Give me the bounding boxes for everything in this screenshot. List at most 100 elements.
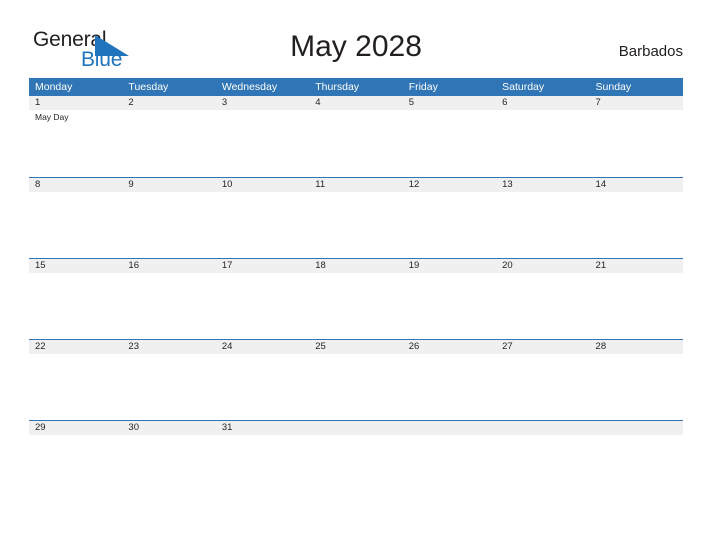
calendar-grid: Monday Tuesday Wednesday Thursday Friday Satu… <box>29 78 683 501</box>
weekday-header-friday: Friday <box>408 81 438 93</box>
day-events: May Day <box>35 112 119 124</box>
weekday-header-wednesday: Wednesday <box>221 81 278 93</box>
day-number: 4 <box>315 97 321 108</box>
calendar-day-cell[interactable]: 31 <box>215 421 310 501</box>
day-number-band <box>309 421 403 435</box>
calendar-empty-cell <box>496 421 590 501</box>
calendar-day-cell[interactable]: 11 <box>309 178 403 258</box>
calendar-day-cell[interactable]: 19 <box>402 259 497 339</box>
day-number-band <box>589 96 683 110</box>
calendar-day-cell[interactable]: 10 <box>215 178 310 258</box>
calendar-day-cell[interactable]: 5 <box>402 96 497 176</box>
day-number: 29 <box>35 422 46 433</box>
calendar-week-cells: 29 30 31 <box>29 421 683 501</box>
calendar-day-cell[interactable]: 18 <box>309 259 403 339</box>
calendar-day-cell[interactable]: 2 <box>122 96 216 176</box>
calendar-day-cell[interactable]: 15 <box>29 259 123 339</box>
calendar-day-cell[interactable]: 12 <box>402 178 497 258</box>
calendar-week-row: 8 9 10 11 12 13 14 <box>29 177 683 258</box>
calendar-empty-cell <box>309 421 403 501</box>
calendar-week-cells: 1 May Day 2 3 4 5 6 7 <box>29 96 683 176</box>
day-number: 12 <box>408 179 420 190</box>
calendar-week-row: 1 May Day 2 3 4 5 6 7 <box>29 96 683 177</box>
weekday-header-monday: Monday <box>35 81 73 93</box>
calendar-day-cell[interactable]: 14 <box>589 178 683 258</box>
day-number: 14 <box>595 179 607 190</box>
day-number: 11 <box>315 179 326 190</box>
page-title: May 2028 <box>290 30 422 63</box>
calendar-day-cell[interactable]: 21 <box>589 259 683 339</box>
calendar-day-cell[interactable]: 17 <box>215 259 310 339</box>
day-number: 5 <box>408 97 414 108</box>
day-number: 1 <box>35 97 41 108</box>
day-number: 28 <box>595 341 607 352</box>
day-number: 18 <box>315 260 326 271</box>
calendar-day-cell[interactable]: 16 <box>122 259 216 339</box>
day-number: 23 <box>128 341 139 352</box>
day-number: 21 <box>595 260 607 271</box>
event-label: May Day <box>35 112 69 122</box>
calendar-day-cell[interactable]: 24 <box>215 340 310 420</box>
calendar-day-cell[interactable]: 30 <box>122 421 216 501</box>
page-header: General Blue May 2028 Barbados <box>0 0 712 78</box>
calendar-week-cells: 8 9 10 11 12 13 14 <box>29 178 683 258</box>
day-number: 15 <box>35 260 46 271</box>
calendar-day-cell[interactable]: 28 <box>589 340 683 420</box>
weekday-header-sunday: Sunday <box>595 81 632 93</box>
day-number: 27 <box>502 341 513 352</box>
calendar-day-cell[interactable]: 1 May Day <box>29 96 123 176</box>
day-number: 13 <box>502 179 513 190</box>
day-number: 9 <box>128 179 134 190</box>
weekday-header-row: Monday Tuesday Wednesday Thursday Friday Satu… <box>29 78 683 96</box>
calendar-week-row: 29 30 31 <box>29 420 683 501</box>
calendar-day-cell[interactable]: 6 <box>496 96 590 176</box>
calendar-week-row: 22 23 24 25 26 27 28 <box>29 339 683 420</box>
day-number: 16 <box>128 260 139 271</box>
day-number-band <box>122 96 216 110</box>
country-label: Barbados <box>618 43 683 60</box>
day-number: 20 <box>502 260 513 271</box>
day-number: 22 <box>35 341 46 352</box>
day-number-band <box>496 421 590 435</box>
day-number-band <box>402 421 497 435</box>
calendar-day-cell[interactable]: 7 <box>589 96 683 176</box>
day-number: 17 <box>221 260 233 271</box>
calendar-day-cell[interactable]: 27 <box>496 340 590 420</box>
day-number-band <box>29 178 123 192</box>
day-number-band <box>402 96 497 110</box>
calendar-week-cells: 15 16 17 18 19 20 21 <box>29 259 683 339</box>
calendar-day-cell[interactable]: 4 <box>309 96 403 176</box>
day-number: 19 <box>408 260 420 271</box>
calendar-weeks: 1 May Day 2 3 4 5 6 7 8 9 10 11 12 13 14 15 16 17 18 19 20 21… <box>29 96 683 501</box>
day-number: 6 <box>502 97 508 108</box>
calendar-day-cell[interactable]: 26 <box>402 340 497 420</box>
calendar-day-cell[interactable]: 22 <box>29 340 123 420</box>
calendar-day-cell[interactable]: 23 <box>122 340 216 420</box>
calendar-week-cells: 22 23 24 25 26 27 28 <box>29 340 683 420</box>
calendar-day-cell[interactable]: 20 <box>496 259 590 339</box>
day-number: 7 <box>595 97 601 108</box>
calendar-day-cell[interactable]: 9 <box>122 178 216 258</box>
calendar-day-cell[interactable]: 8 <box>29 178 123 258</box>
day-number-band <box>122 178 216 192</box>
day-number: 24 <box>221 341 233 352</box>
day-number: 26 <box>408 341 420 352</box>
day-number-band <box>309 96 403 110</box>
calendar-day-cell[interactable]: 3 <box>215 96 310 176</box>
weekday-header-saturday: Saturday <box>502 81 545 93</box>
calendar-empty-cell <box>589 421 683 501</box>
day-number-band <box>215 96 310 110</box>
calendar-empty-cell <box>402 421 497 501</box>
day-number-band <box>589 421 683 435</box>
calendar-page: General Blue May 2028 Barbados Monday Tue… <box>0 0 712 550</box>
calendar-day-cell[interactable]: 25 <box>309 340 403 420</box>
day-number-band <box>496 96 590 110</box>
day-number-band <box>29 96 123 110</box>
day-number: 3 <box>221 97 228 108</box>
day-number: 10 <box>221 179 233 190</box>
calendar-day-cell[interactable]: 13 <box>496 178 590 258</box>
day-number: 8 <box>35 179 41 190</box>
day-number: 25 <box>315 341 326 352</box>
weekday-header-tuesday: Tuesday <box>128 81 169 93</box>
calendar-day-cell[interactable]: 29 <box>29 421 123 501</box>
